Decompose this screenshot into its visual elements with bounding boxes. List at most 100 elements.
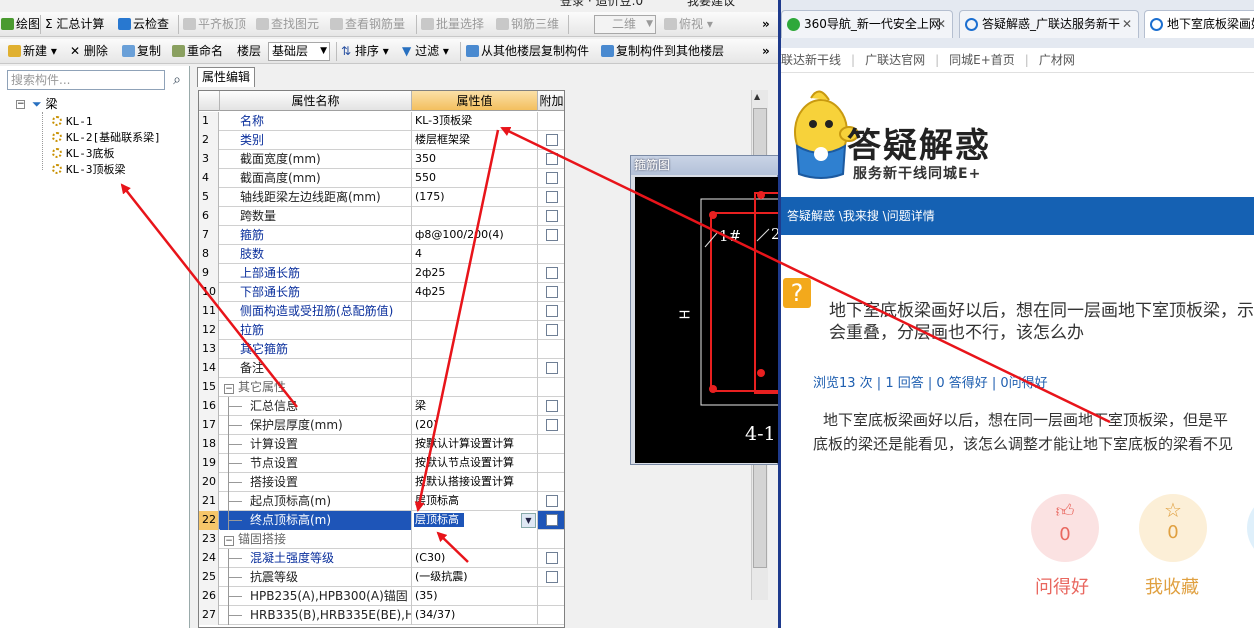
table-row[interactable]: 15− 其它属性 <box>199 378 564 397</box>
close-icon[interactable]: ✕ <box>936 11 946 38</box>
prop-name-cell[interactable]: 轴线距梁左边线距离(mm) <box>220 188 412 207</box>
table-row[interactable]: 4 截面高度(mm) 550 <box>199 169 564 188</box>
table-row[interactable]: 27 HRB335(B),HRB335E(BE),HRBF(34/37) <box>199 606 564 625</box>
table-row[interactable]: 8 肢数 4 <box>199 245 564 264</box>
table-row[interactable]: 23− 锚固搭接 <box>199 530 564 549</box>
browser-tab-active[interactable]: 地下室底板梁画好 <box>1144 10 1254 38</box>
sort-button[interactable]: ⇅ 排序 ▾ <box>341 43 389 60</box>
add-checkbox[interactable] <box>546 134 558 146</box>
question-stats[interactable]: 浏览13 次 | 1 回答 | 0 答得好 | 0问得好 <box>813 372 1048 391</box>
prop-value-cell[interactable]: (34/37) <box>412 606 538 625</box>
find-element-button[interactable]: 查找图元 <box>256 16 319 33</box>
prop-name-cell[interactable]: 抗震等级 <box>220 568 412 587</box>
prop-value-cell[interactable]: 550 <box>412 169 538 188</box>
prop-value-cell[interactable]: 4ф25 <box>412 283 538 302</box>
prop-value-cell[interactable]: 楼层框架梁 <box>412 131 538 150</box>
table-row[interactable]: 10 下部通长筋 4ф25 <box>199 283 564 302</box>
table-row[interactable]: 12 拉筋 <box>199 321 564 340</box>
prop-value-cell[interactable] <box>412 207 538 226</box>
prop-name-cell[interactable]: 混凝土强度等级 <box>220 549 412 568</box>
ask-good-button[interactable]: 👍︎ 0 <box>1031 494 1099 562</box>
add-checkbox[interactable] <box>546 191 558 203</box>
browser-tab-qa[interactable]: 答疑解惑_广联达服务新干 ✕ <box>959 10 1139 38</box>
tree-item-kl3-top[interactable]: KL-3顶板梁 <box>52 162 126 178</box>
prop-name-cell[interactable]: − 其它属性 <box>220 378 412 397</box>
add-checkbox[interactable] <box>546 210 558 222</box>
tree-root-beam[interactable]: ⏷ 梁 <box>32 96 57 112</box>
table-row[interactable]: 13 其它箍筋 <box>199 340 564 359</box>
toolbar2-overflow-chevron[interactable]: » <box>762 43 770 60</box>
copy-from-floor-button[interactable]: 从其他楼层复制构件 <box>466 43 589 60</box>
cloud-check-button[interactable]: 云检查 <box>118 16 169 33</box>
add-checkbox[interactable] <box>546 571 558 583</box>
add-checkbox[interactable] <box>546 267 558 279</box>
table-row[interactable]: 3 截面宽度(mm) 350 <box>199 150 564 169</box>
table-row[interactable]: 1 名称 KL-3顶板梁 <box>199 112 564 131</box>
prop-value-cell[interactable]: 按默认搭接设置计算 <box>412 473 538 492</box>
add-checkbox[interactable] <box>546 419 558 431</box>
add-checkbox[interactable] <box>546 229 558 241</box>
add-checkbox[interactable] <box>546 172 558 184</box>
prop-name-cell[interactable]: 拉筋 <box>220 321 412 340</box>
prop-name-cell[interactable]: 截面宽度(mm) <box>220 150 412 169</box>
table-row[interactable]: 16 汇总信息 梁 <box>199 397 564 416</box>
tree-item-kl2[interactable]: KL-2[基础联系梁] <box>52 130 161 146</box>
delete-button[interactable]: ✕ 删除 <box>70 43 108 60</box>
prop-name-cell[interactable]: 侧面构造或受扭筋(总配筋值) <box>220 302 412 321</box>
prop-name-cell[interactable]: 备注 <box>220 359 412 378</box>
prop-name-cell[interactable]: 搭接设置 <box>220 473 412 492</box>
link-guangcai[interactable]: 广材网 <box>1039 53 1075 67</box>
prop-name-cell[interactable]: 截面高度(mm) <box>220 169 412 188</box>
sum-calc-button[interactable]: Σ 汇总计算 <box>45 16 104 33</box>
rename-button[interactable]: 重命名 <box>172 43 223 60</box>
prop-value-cell[interactable]: (20) <box>412 416 538 435</box>
prop-name-cell[interactable]: − 锚固搭接 <box>220 530 412 549</box>
prop-name-cell[interactable]: 起点顶标高(m) <box>220 492 412 511</box>
link-xingan[interactable]: 联达新干线 <box>781 53 841 67</box>
prop-value-cell[interactable] <box>412 321 538 340</box>
breadcrumb[interactable]: 答疑解惑 \我来搜 \问题详情 <box>781 197 1254 235</box>
draw-button[interactable]: 绘图 <box>1 16 40 33</box>
prop-name-cell[interactable]: HRB335(B),HRB335E(BE),HRBF <box>220 606 412 625</box>
add-checkbox[interactable] <box>546 153 558 165</box>
table-row[interactable]: 7 箍筋 ф8@100/200(4) <box>199 226 564 245</box>
prop-value-cell[interactable]: 按默认节点设置计算 <box>412 454 538 473</box>
table-row[interactable]: 11 侧面构造或受扭筋(总配筋值) <box>199 302 564 321</box>
tree-item-kl3-bottom[interactable]: KL-3底板 <box>52 146 115 162</box>
rebar-3d-button[interactable]: 钢筋三维 <box>496 16 559 33</box>
rebar-diagram-window[interactable]: 箍筋图 1# 2 H 4-1 <box>630 155 778 465</box>
prop-value-cell[interactable]: KL-3顶板梁 <box>412 112 538 131</box>
prop-name-cell[interactable]: 保护层厚度(mm) <box>220 416 412 435</box>
prop-name-cell[interactable]: 上部通长筋 <box>220 264 412 283</box>
collapse-icon[interactable]: − <box>16 100 25 109</box>
prop-name-cell[interactable]: 肢数 <box>220 245 412 264</box>
prop-name-cell[interactable]: 类别 <box>220 131 412 150</box>
prop-value-cell[interactable]: (175) <box>412 188 538 207</box>
view-rebar-button[interactable]: 查看钢筋量 <box>330 16 405 33</box>
link-official[interactable]: 广联达官网 <box>865 53 925 67</box>
prop-value-cell[interactable] <box>412 359 538 378</box>
collapse-icon[interactable]: − <box>224 384 234 394</box>
prop-value-cell[interactable]: 4 <box>412 245 538 264</box>
add-checkbox[interactable] <box>546 400 558 412</box>
add-checkbox[interactable] <box>546 362 558 374</box>
suggest-link[interactable]: 我要建议 <box>687 0 735 8</box>
floor-select[interactable]: 基础层 ▼ <box>268 42 330 61</box>
add-checkbox[interactable] <box>546 495 558 507</box>
prop-name-cell[interactable]: 名称 <box>220 112 412 131</box>
header-add[interactable]: 附加 <box>538 91 564 111</box>
table-row[interactable]: 24 混凝土强度等级 (C30) <box>199 549 564 568</box>
search-icon[interactable]: ⌕ <box>168 71 186 89</box>
prop-value-cell[interactable]: ф8@100/200(4) <box>412 226 538 245</box>
table-row[interactable]: 2 类别 楼层框架梁 <box>199 131 564 150</box>
prop-value-cell[interactable] <box>412 302 538 321</box>
close-icon[interactable]: ✕ <box>1122 11 1132 38</box>
add-checkbox[interactable] <box>546 324 558 336</box>
prop-name-cell[interactable]: 箍筋 <box>220 226 412 245</box>
table-row[interactable]: 22 终点顶标高(m) 层顶标高 ▼ <box>199 511 564 530</box>
favorite-button[interactable]: ☆ 0 <box>1139 494 1207 562</box>
table-row[interactable]: 21 起点顶标高(m) 层顶标高 <box>199 492 564 511</box>
prop-value-cell[interactable]: 350 <box>412 150 538 169</box>
prop-value-cell[interactable] <box>412 340 538 359</box>
flat-slab-top-button[interactable]: 平齐板顶 <box>183 16 246 33</box>
